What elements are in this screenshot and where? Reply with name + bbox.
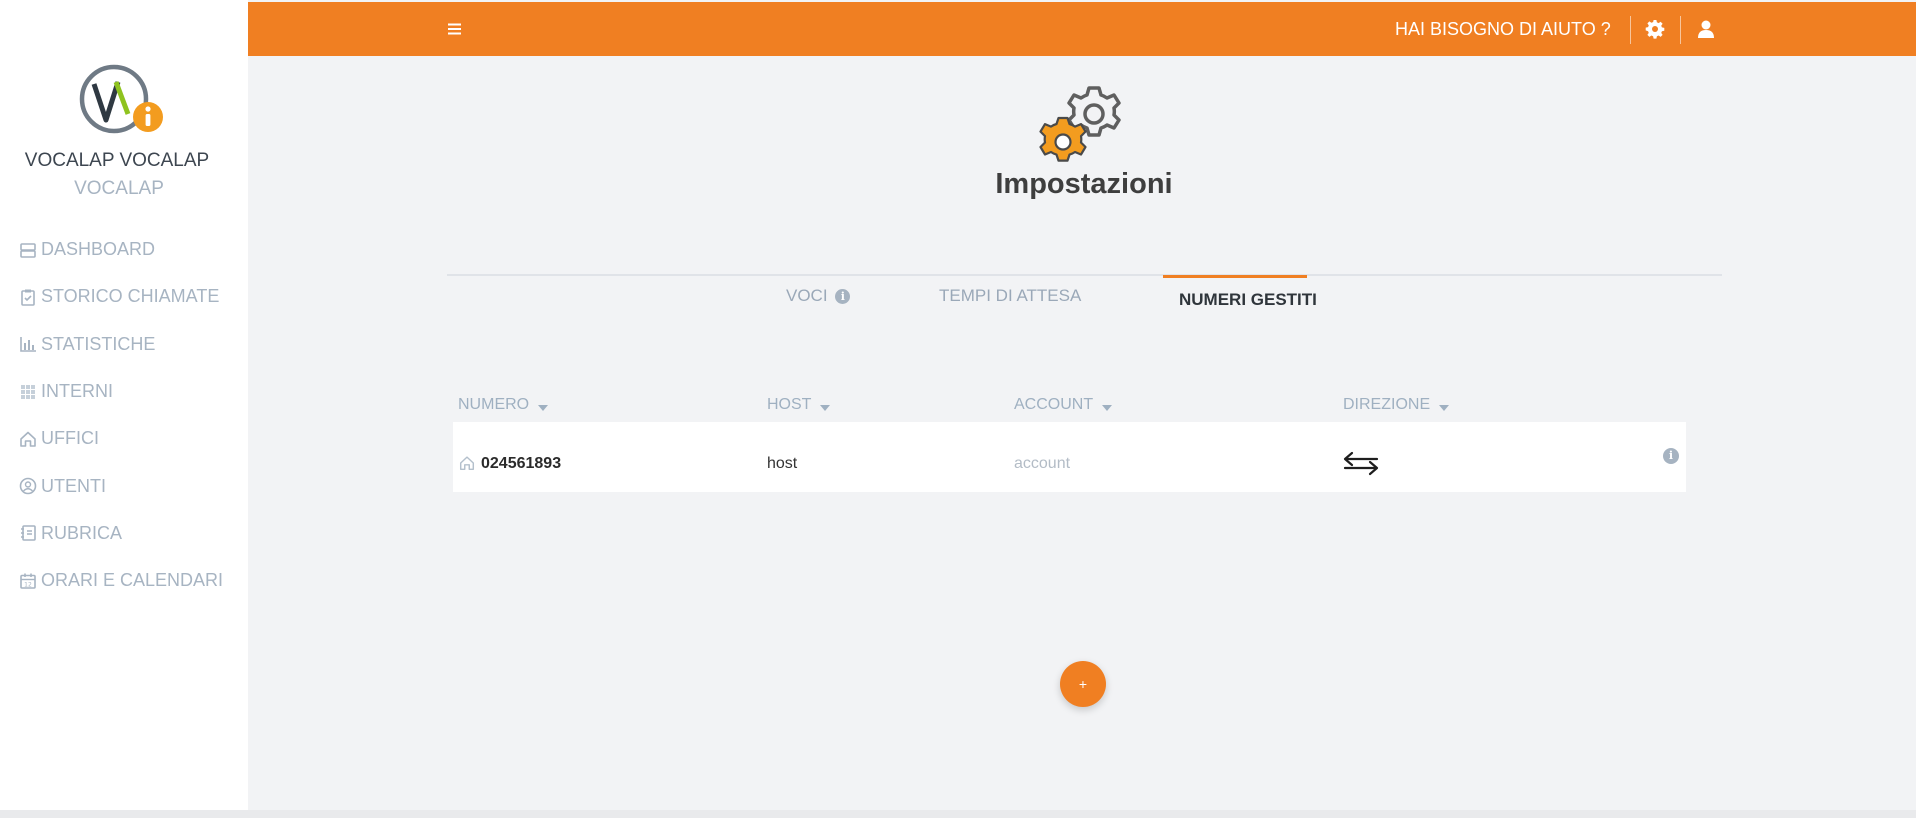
sort-caret-icon bbox=[538, 405, 549, 411]
clipboard-icon bbox=[21, 289, 35, 306]
settings-gears-icon bbox=[1039, 86, 1121, 162]
info-icon[interactable]: i bbox=[835, 289, 851, 304]
sidebar-nav: DASHBOARD STORICO CHIAMATE STATISTICHE I… bbox=[18, 226, 223, 604]
grid-icon bbox=[21, 384, 35, 399]
sidebar-item-label: DASHBOARD bbox=[41, 239, 156, 260]
tab-label: TEMPI DI ATTESA bbox=[939, 286, 1082, 305]
user-circle-icon bbox=[19, 477, 37, 495]
address-book-icon bbox=[21, 525, 36, 542]
sidebar-item-interni[interactable]: INTERNI bbox=[18, 368, 223, 415]
tab-voci[interactable]: VOCI i bbox=[786, 286, 851, 306]
sidebar-item-label: ORARI E CALENDARI bbox=[41, 570, 224, 591]
row-info-icon[interactable]: i bbox=[1663, 448, 1679, 464]
bar-chart-icon bbox=[20, 337, 36, 353]
user-profile-icon[interactable] bbox=[1697, 19, 1715, 39]
page-title: Impostazioni bbox=[995, 168, 1173, 200]
sidebar-item-storico-chiamate[interactable]: STORICO CHIAMATE bbox=[18, 273, 223, 320]
column-header-account[interactable]: ACCOUNT bbox=[1014, 396, 1113, 414]
column-label: NUMERO bbox=[458, 396, 530, 413]
sidebar-item-label: INTERNI bbox=[41, 381, 113, 402]
divider bbox=[1680, 16, 1681, 44]
sidebar-item-label: STORICO CHIAMATE bbox=[41, 286, 220, 307]
table-row[interactable]: 024561893 host account i bbox=[453, 422, 1686, 492]
help-link[interactable]: HAI BISOGNO DI AIUTO ? bbox=[1395, 19, 1611, 40]
calendar-icon: 12 bbox=[20, 573, 36, 589]
home-icon bbox=[459, 456, 475, 471]
sidebar-item-dashboard[interactable]: DASHBOARD bbox=[18, 226, 223, 273]
cell-numero: 024561893 bbox=[481, 455, 562, 472]
sidebar: VOCALAP VOCALAP VOCALAP DASHBOARD STORIC… bbox=[0, 0, 248, 810]
home-icon bbox=[20, 431, 36, 447]
sort-caret-icon bbox=[1439, 405, 1450, 411]
column-header-host[interactable]: HOST bbox=[767, 396, 831, 414]
sort-caret-icon bbox=[820, 405, 831, 411]
sidebar-item-uffici[interactable]: UFFICI bbox=[18, 415, 223, 462]
cell-host: host bbox=[767, 455, 798, 472]
settings-gear-icon[interactable] bbox=[1645, 19, 1665, 39]
hamburger-menu-icon[interactable] bbox=[447, 22, 463, 36]
tab-label: VOCI bbox=[786, 286, 828, 305]
column-label: HOST bbox=[767, 396, 812, 413]
sidebar-item-rubrica[interactable]: RUBRICA bbox=[18, 510, 223, 557]
tab-label: NUMERI GESTITI bbox=[1179, 290, 1317, 309]
sidebar-item-label: STATISTICHE bbox=[41, 333, 156, 354]
vocalap-logo bbox=[79, 64, 163, 134]
tab-tempi-di-attesa[interactable]: TEMPI DI ATTESA bbox=[939, 286, 1081, 306]
cell-account: account bbox=[1014, 455, 1071, 472]
add-number-button[interactable]: + bbox=[1060, 661, 1106, 707]
top-bar: HAI BISOGNO DI AIUTO ? bbox=[248, 2, 1916, 56]
column-header-direzione[interactable]: DIREZIONE bbox=[1343, 396, 1450, 414]
tabs-divider bbox=[447, 274, 1722, 276]
bidirectional-arrows-icon bbox=[1343, 451, 1379, 476]
dashboard-icon bbox=[20, 242, 36, 258]
sidebar-item-label: UFFICI bbox=[41, 428, 99, 449]
column-label: ACCOUNT bbox=[1014, 396, 1094, 413]
active-tab-indicator bbox=[1163, 275, 1307, 278]
sidebar-item-utenti[interactable]: UTENTI bbox=[18, 462, 223, 509]
divider bbox=[1630, 16, 1631, 44]
sidebar-item-label: RUBRICA bbox=[41, 522, 123, 543]
sidebar-item-label: UTENTI bbox=[41, 475, 106, 496]
bottom-strip bbox=[0, 810, 1916, 818]
sidebar-item-statistiche[interactable]: STATISTICHE bbox=[18, 321, 223, 368]
tab-numeri-gestiti[interactable]: NUMERI GESTITI bbox=[1179, 290, 1317, 310]
column-label: DIREZIONE bbox=[1343, 396, 1431, 413]
sidebar-item-orari-e-calendari[interactable]: 12 ORARI E CALENDARI bbox=[18, 557, 223, 604]
svg-text:12: 12 bbox=[24, 581, 32, 588]
column-header-numero[interactable]: NUMERO bbox=[458, 396, 549, 414]
sort-caret-icon bbox=[1102, 405, 1113, 411]
